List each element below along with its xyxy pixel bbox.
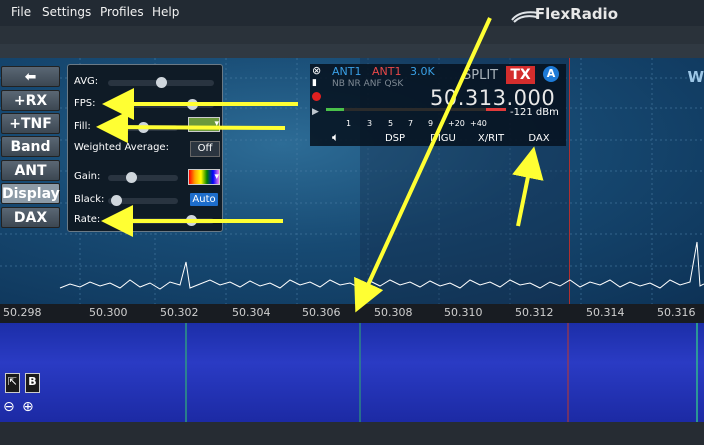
- digu-button[interactable]: DIGU: [420, 132, 466, 146]
- gain-slider-thumb[interactable]: [126, 172, 137, 183]
- scale-label: 50.308: [374, 306, 413, 319]
- black-slider-thumb[interactable]: [111, 195, 122, 206]
- rate-slider-thumb[interactable]: [186, 215, 197, 226]
- avg-label: AVG:: [74, 76, 99, 87]
- s-scale-7: 7: [408, 119, 414, 128]
- rx-antenna[interactable]: ANT1: [332, 65, 361, 78]
- gain-slider[interactable]: [108, 172, 178, 183]
- split-label[interactable]: SPLIT: [463, 68, 498, 83]
- fill-slider[interactable]: [108, 122, 178, 133]
- s-meter-over: [486, 108, 506, 111]
- s-scale-40: +40: [470, 119, 487, 128]
- weighted-average-toggle[interactable]: Off: [190, 141, 220, 157]
- play-icon[interactable]: ▶: [312, 107, 319, 117]
- s-scale-9: 9: [428, 119, 434, 128]
- xrit-button[interactable]: X/RIT: [468, 132, 514, 146]
- tx-badge[interactable]: TX: [506, 66, 535, 84]
- menu-help[interactable]: Help: [152, 5, 179, 19]
- s-scale-3: 3: [367, 119, 373, 128]
- scale-label: 50.316: [657, 306, 696, 319]
- dax-slice-button[interactable]: DAX: [516, 132, 562, 146]
- scale-label: 50.304: [232, 306, 271, 319]
- cursor-icon[interactable]: ⇱: [5, 373, 20, 393]
- dsp-mode-labels: NB NR ANF QSK: [332, 79, 404, 89]
- menu-settings[interactable]: Settings: [42, 5, 91, 19]
- avg-slider-thumb[interactable]: [156, 77, 167, 88]
- record-icon[interactable]: [312, 92, 321, 101]
- rate-label: Rate:: [74, 214, 101, 225]
- fill-color-picker[interactable]: ▾: [188, 117, 220, 132]
- sidebar-item-display[interactable]: Display: [1, 183, 60, 204]
- s-scale-20: +20: [448, 119, 465, 128]
- scale-label: 50.302: [160, 306, 199, 319]
- fill-slider-thumb[interactable]: [138, 122, 149, 133]
- fill-label: Fill:: [74, 121, 91, 132]
- title-strip: [0, 26, 704, 44]
- fps-slider-thumb[interactable]: [187, 99, 198, 110]
- fps-label: FPS:: [74, 98, 96, 109]
- zoom-in-icon[interactable]: ⊕: [22, 399, 38, 415]
- lock-icon[interactable]: ▮: [312, 78, 317, 88]
- frequency-scale[interactable]: 50.298 50.300 50.302 50.304 50.306 50.30…: [0, 304, 704, 323]
- speaker-icon[interactable]: 🔈︎: [332, 130, 339, 145]
- slice-flag: ⊗ ANT1 ANT1 3.0K SPLIT TX A ▮ NB NR ANF …: [310, 64, 566, 146]
- sidebar-item-rx[interactable]: +RX: [1, 90, 60, 111]
- slice-letter[interactable]: A: [543, 66, 559, 82]
- filter-width[interactable]: 3.0K: [410, 65, 435, 78]
- menu-file[interactable]: File: [11, 5, 31, 19]
- zoom-out-icon[interactable]: ⊖: [3, 399, 19, 415]
- sidebar-item-dax[interactable]: DAX: [1, 207, 60, 228]
- brand-name: FlexRadio: [534, 5, 618, 23]
- dsp-button[interactable]: DSP: [372, 132, 418, 146]
- fps-slider[interactable]: [108, 99, 214, 110]
- s-meter-level: [326, 108, 344, 111]
- scale-label: 50.314: [586, 306, 625, 319]
- scale-label: 50.300: [89, 306, 128, 319]
- sidebar-item-tnf[interactable]: +TNF: [1, 113, 60, 134]
- scale-label: 50.312: [515, 306, 554, 319]
- arrow-left-icon: ⬅: [24, 69, 37, 85]
- b-button[interactable]: B: [25, 373, 40, 393]
- weighted-average-label: Weighted Average:: [74, 142, 169, 153]
- signal-level: -121 dBm: [510, 107, 559, 118]
- black-label: Black:: [74, 194, 105, 205]
- s-scale-5: 5: [388, 119, 394, 128]
- scale-label: 50.310: [444, 306, 483, 319]
- display-settings-panel: AVG: FPS: Fill: ▾ Weighted Average: Off …: [67, 64, 223, 232]
- toolbar-strip: [0, 44, 704, 58]
- sidebar-item-ant[interactable]: ANT: [1, 160, 60, 181]
- waterfall-lines: [185, 323, 698, 422]
- black-auto-button[interactable]: Auto: [190, 193, 218, 206]
- close-icon[interactable]: ⊗: [312, 64, 321, 77]
- gain-label: Gain:: [74, 171, 101, 182]
- bottom-bar: [0, 422, 704, 445]
- sidebar-item-band[interactable]: Band: [1, 136, 60, 157]
- avg-slider[interactable]: [108, 77, 214, 88]
- panadapter-right-label: W: [687, 68, 704, 86]
- scale-label: 50.298: [3, 306, 42, 319]
- s-scale-1: 1: [346, 119, 352, 128]
- black-slider[interactable]: [108, 195, 178, 206]
- menu-profiles[interactable]: Profiles: [100, 5, 144, 19]
- gain-color-picker[interactable]: ▾: [188, 169, 220, 185]
- scale-label: 50.306: [302, 306, 341, 319]
- waterfall[interactable]: ⇱ B ⊖ ⊕: [0, 323, 704, 422]
- tx-antenna[interactable]: ANT1: [372, 65, 401, 78]
- collapse-sidebar-button[interactable]: ⬅: [1, 66, 60, 87]
- menu-bar: File Settings Profiles Help FlexRadio: [0, 0, 704, 26]
- rate-slider[interactable]: [108, 215, 214, 226]
- s-meter: [326, 108, 506, 111]
